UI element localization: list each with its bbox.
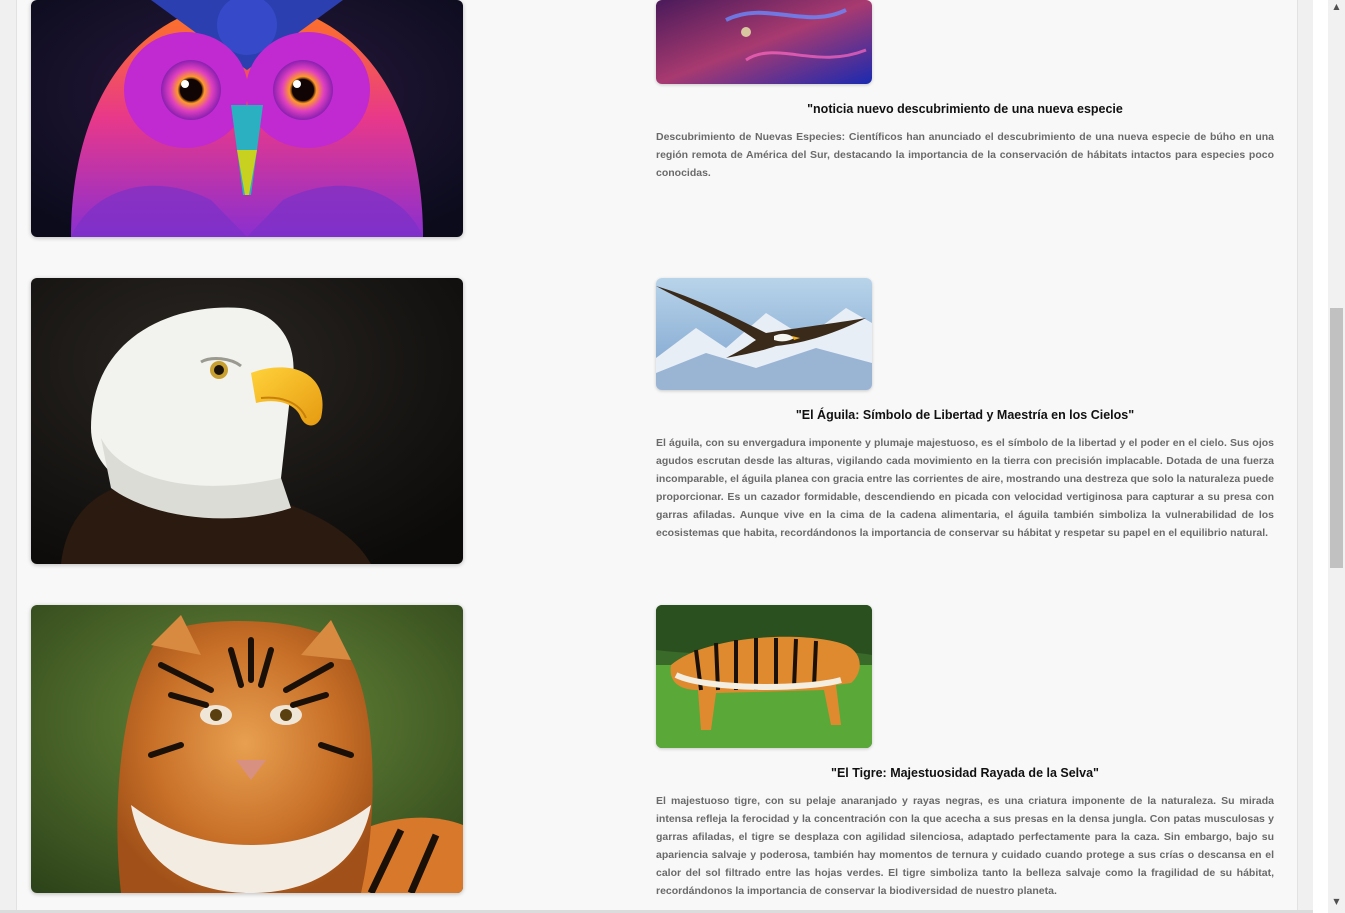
vertical-scrollbar[interactable]: ▲ ▼: [1328, 0, 1345, 913]
article-description: Descubrimiento de Nuevas Especies: Cient…: [656, 131, 1274, 179]
article-description: El majestuoso tigre, con su pelaje anara…: [656, 795, 1274, 897]
owl-image: [31, 0, 463, 237]
article-title: "noticia nuevo descubrimiento de una nue…: [807, 102, 1123, 116]
article-title: "El Tigre: Majestuosidad Rayada de la Se…: [831, 766, 1099, 780]
scrollbar-thumb[interactable]: [1330, 308, 1343, 568]
tiger-image: [31, 605, 463, 893]
article-title: "El Águila: Símbolo de Libertad y Maestr…: [795, 408, 1135, 422]
discovery-thumbnail: [656, 0, 872, 84]
tiger-thumbnail: [656, 605, 872, 748]
article-description: El águila, con su envergadura imponente …: [656, 437, 1274, 539]
scroll-down-arrow-icon[interactable]: ▼: [1328, 895, 1345, 909]
eagle-thumbnail: [656, 278, 872, 390]
eagle-image: [31, 278, 463, 564]
scroll-up-arrow-icon[interactable]: ▲: [1328, 0, 1345, 14]
